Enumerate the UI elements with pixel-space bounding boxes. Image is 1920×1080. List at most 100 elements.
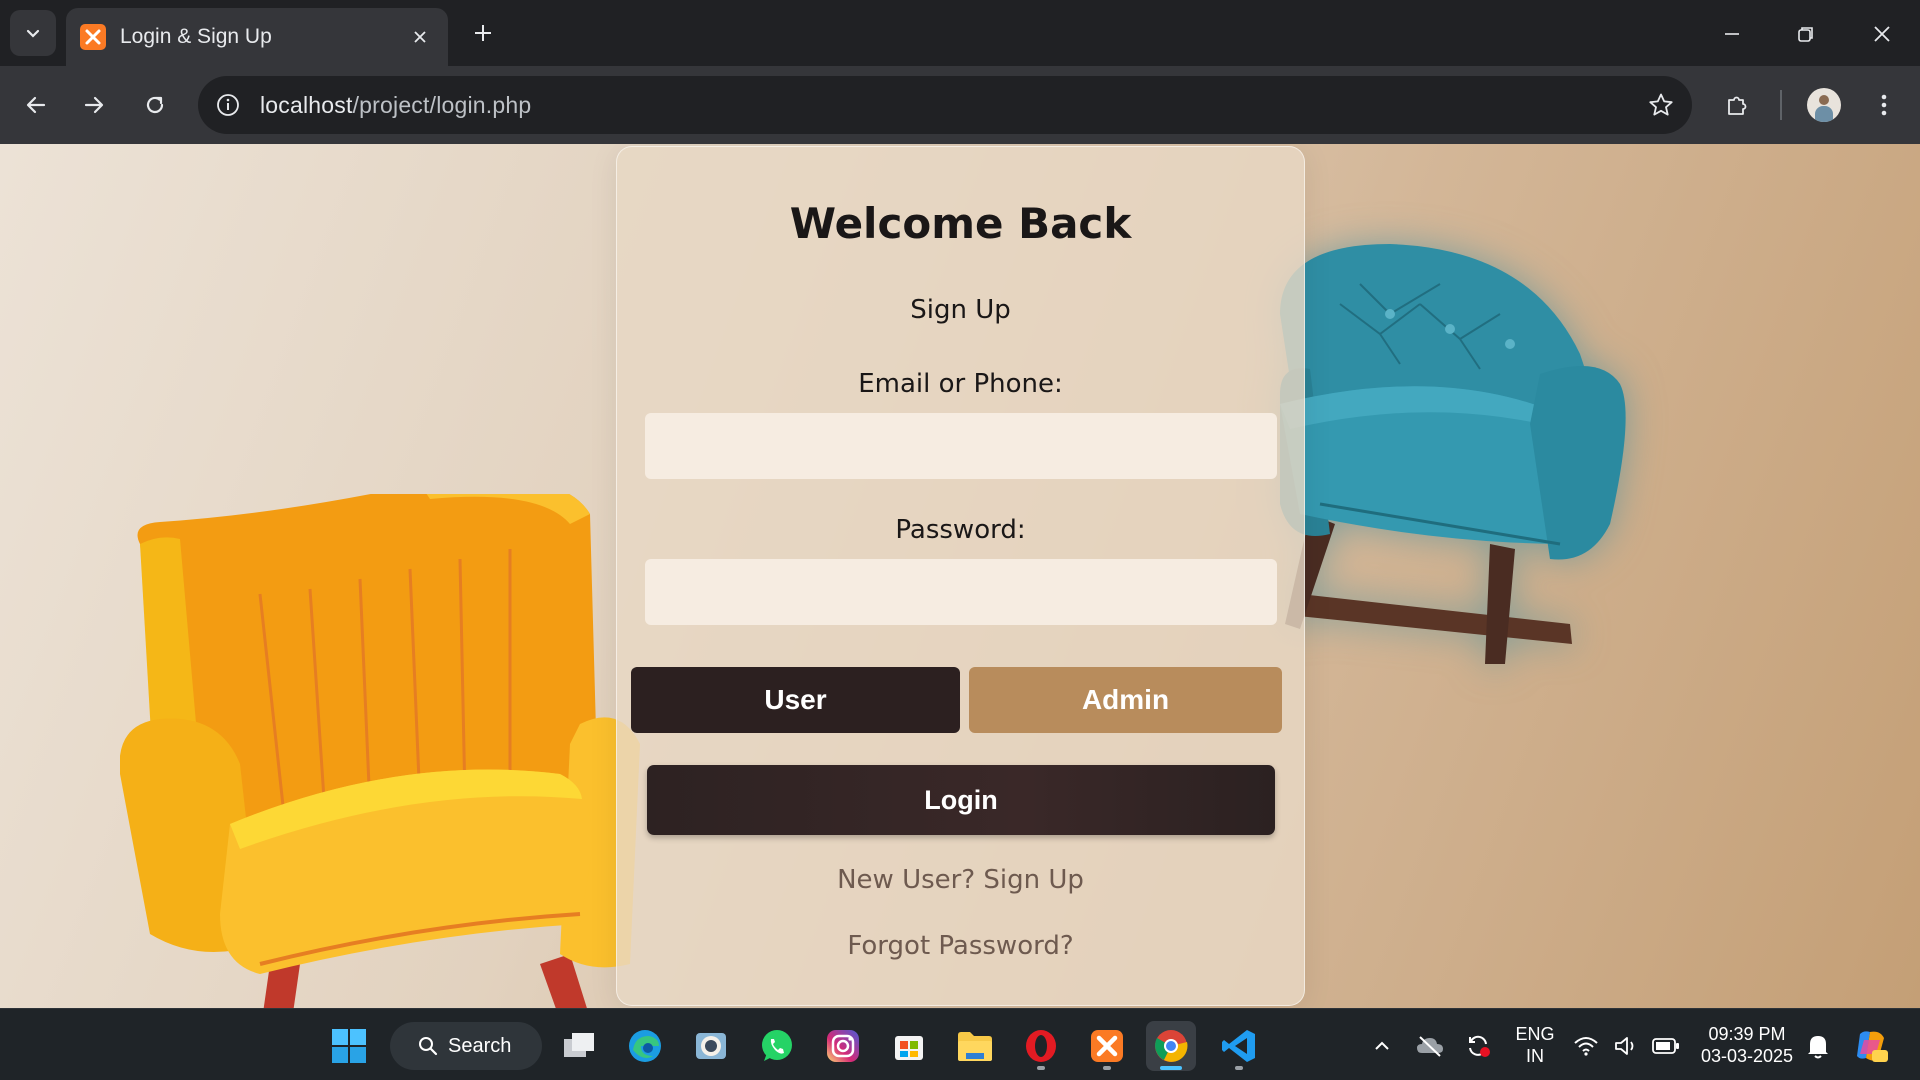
chrome-icon xyxy=(1155,1030,1188,1062)
battery-icon xyxy=(1652,1038,1679,1054)
signup-link[interactable]: New User? Sign Up xyxy=(617,865,1304,895)
puzzle-icon xyxy=(1728,96,1747,115)
page-viewport: Welcome Back Sign Up Email or Phone: Pas… xyxy=(0,144,1920,1008)
forgot-password-link[interactable]: Forgot Password? xyxy=(617,931,1304,961)
plus-icon xyxy=(475,25,491,41)
address-bar[interactable]: localhost/project/login.php xyxy=(198,76,1692,134)
opera-app[interactable] xyxy=(1016,1021,1066,1071)
photos-icon xyxy=(696,1033,726,1059)
edge-icon xyxy=(629,1030,661,1062)
minimize-button[interactable] xyxy=(1712,14,1752,54)
tab-title: Login & Sign Up xyxy=(120,25,272,48)
tab-close-icon[interactable] xyxy=(406,23,434,51)
browser-tab[interactable]: Login & Sign Up xyxy=(66,8,448,66)
xampp-icon xyxy=(1091,1030,1123,1062)
running-indicator xyxy=(1235,1066,1243,1070)
region-code: IN xyxy=(1526,1046,1544,1066)
bookmark-star-icon[interactable] xyxy=(1648,92,1674,118)
wifi-tray[interactable] xyxy=(1566,1021,1606,1071)
page-title: Welcome Back xyxy=(789,199,1132,248)
user-role-button[interactable]: User xyxy=(631,667,960,733)
admin-role-button[interactable]: Admin xyxy=(969,667,1282,733)
form-subtitle: Sign Up xyxy=(910,295,1011,325)
battery-tray[interactable] xyxy=(1646,1021,1686,1071)
folder-icon xyxy=(958,1032,992,1061)
reload-button[interactable] xyxy=(133,83,177,127)
volume-icon xyxy=(1615,1037,1634,1055)
windows-start-icon xyxy=(332,1029,366,1063)
arrow-right-icon xyxy=(84,96,104,114)
file-explorer-app[interactable] xyxy=(950,1021,1000,1071)
notifications-button[interactable] xyxy=(1796,1021,1840,1071)
running-indicator xyxy=(1103,1066,1111,1070)
bell-icon xyxy=(1808,1036,1828,1059)
running-indicator xyxy=(1037,1066,1045,1070)
email-field[interactable] xyxy=(645,413,1277,479)
restore-icon xyxy=(1798,27,1813,42)
start-button[interactable] xyxy=(324,1021,374,1071)
taskbar-search[interactable]: Search xyxy=(390,1022,542,1070)
profile-button[interactable] xyxy=(1802,83,1846,127)
windows-taskbar: Search ENG IN 09:39 PM 03-03-2025 xyxy=(0,1008,1920,1080)
close-icon xyxy=(1874,26,1890,42)
avatar xyxy=(1807,88,1841,122)
store-icon xyxy=(895,1036,923,1060)
search-icon xyxy=(419,1037,438,1056)
chevron-up-icon xyxy=(1375,1041,1389,1050)
password-field[interactable] xyxy=(645,559,1277,625)
sync-tray[interactable] xyxy=(1454,1021,1502,1071)
copilot-button[interactable] xyxy=(1846,1021,1896,1071)
login-button[interactable]: Login xyxy=(647,765,1275,835)
url-host: localhost xyxy=(260,91,353,118)
onedrive-tray[interactable] xyxy=(1406,1021,1454,1071)
browser-menu-button[interactable] xyxy=(1862,83,1906,127)
yellow-armchair-illustration xyxy=(120,494,640,1008)
clock[interactable]: 09:39 PM 03-03-2025 xyxy=(1690,1023,1804,1067)
url-path: /project/login.php xyxy=(352,91,532,118)
chrome-app[interactable] xyxy=(1146,1021,1196,1071)
instagram-app[interactable] xyxy=(818,1021,868,1071)
site-info-icon[interactable] xyxy=(216,93,240,117)
xampp-app[interactable] xyxy=(1082,1021,1132,1071)
photos-app[interactable] xyxy=(686,1021,736,1071)
instagram-icon xyxy=(827,1030,859,1062)
copilot-icon xyxy=(1857,1031,1888,1062)
password-label: Password: xyxy=(895,515,1026,545)
search-label: Search xyxy=(448,1034,512,1057)
forward-button[interactable] xyxy=(72,83,116,127)
new-tab-button[interactable] xyxy=(466,16,500,50)
task-view-icon xyxy=(564,1033,594,1057)
extensions-button[interactable] xyxy=(1716,83,1760,127)
tab-bar: Login & Sign Up xyxy=(0,0,1920,66)
url-text[interactable]: localhost/project/login.php xyxy=(260,92,1648,119)
more-vertical-icon xyxy=(1881,94,1887,116)
vscode-icon xyxy=(1222,1030,1255,1062)
task-view-button[interactable] xyxy=(554,1021,604,1071)
email-label: Email or Phone: xyxy=(858,369,1063,399)
clock-date: 03-03-2025 xyxy=(1700,1046,1794,1066)
store-app[interactable] xyxy=(884,1021,934,1071)
opera-icon xyxy=(1026,1030,1056,1062)
back-button[interactable] xyxy=(14,83,58,127)
whatsapp-icon xyxy=(762,1030,792,1061)
chevron-down-icon xyxy=(26,29,40,38)
login-card: Welcome Back Sign Up Email or Phone: Pas… xyxy=(616,146,1305,1006)
language-indicator[interactable]: ENG IN xyxy=(1510,1023,1560,1067)
toolbar-divider xyxy=(1780,90,1782,120)
show-hidden-icons-button[interactable] xyxy=(1358,1021,1406,1071)
whatsapp-app[interactable] xyxy=(752,1021,802,1071)
xampp-favicon-icon xyxy=(80,24,106,50)
volume-tray[interactable] xyxy=(1606,1021,1646,1071)
wifi-icon xyxy=(1574,1037,1598,1056)
close-window-button[interactable] xyxy=(1862,14,1902,54)
running-indicator xyxy=(1160,1066,1182,1070)
tab-search-button[interactable] xyxy=(10,10,56,56)
sync-icon xyxy=(1469,1035,1490,1057)
vscode-app[interactable] xyxy=(1214,1021,1264,1071)
edge-app[interactable] xyxy=(620,1021,670,1071)
reload-icon xyxy=(146,96,164,114)
arrow-left-icon xyxy=(26,96,46,114)
restore-button[interactable] xyxy=(1786,14,1826,54)
language-code: ENG xyxy=(1515,1024,1555,1044)
clock-time: 09:39 PM xyxy=(1708,1024,1786,1044)
